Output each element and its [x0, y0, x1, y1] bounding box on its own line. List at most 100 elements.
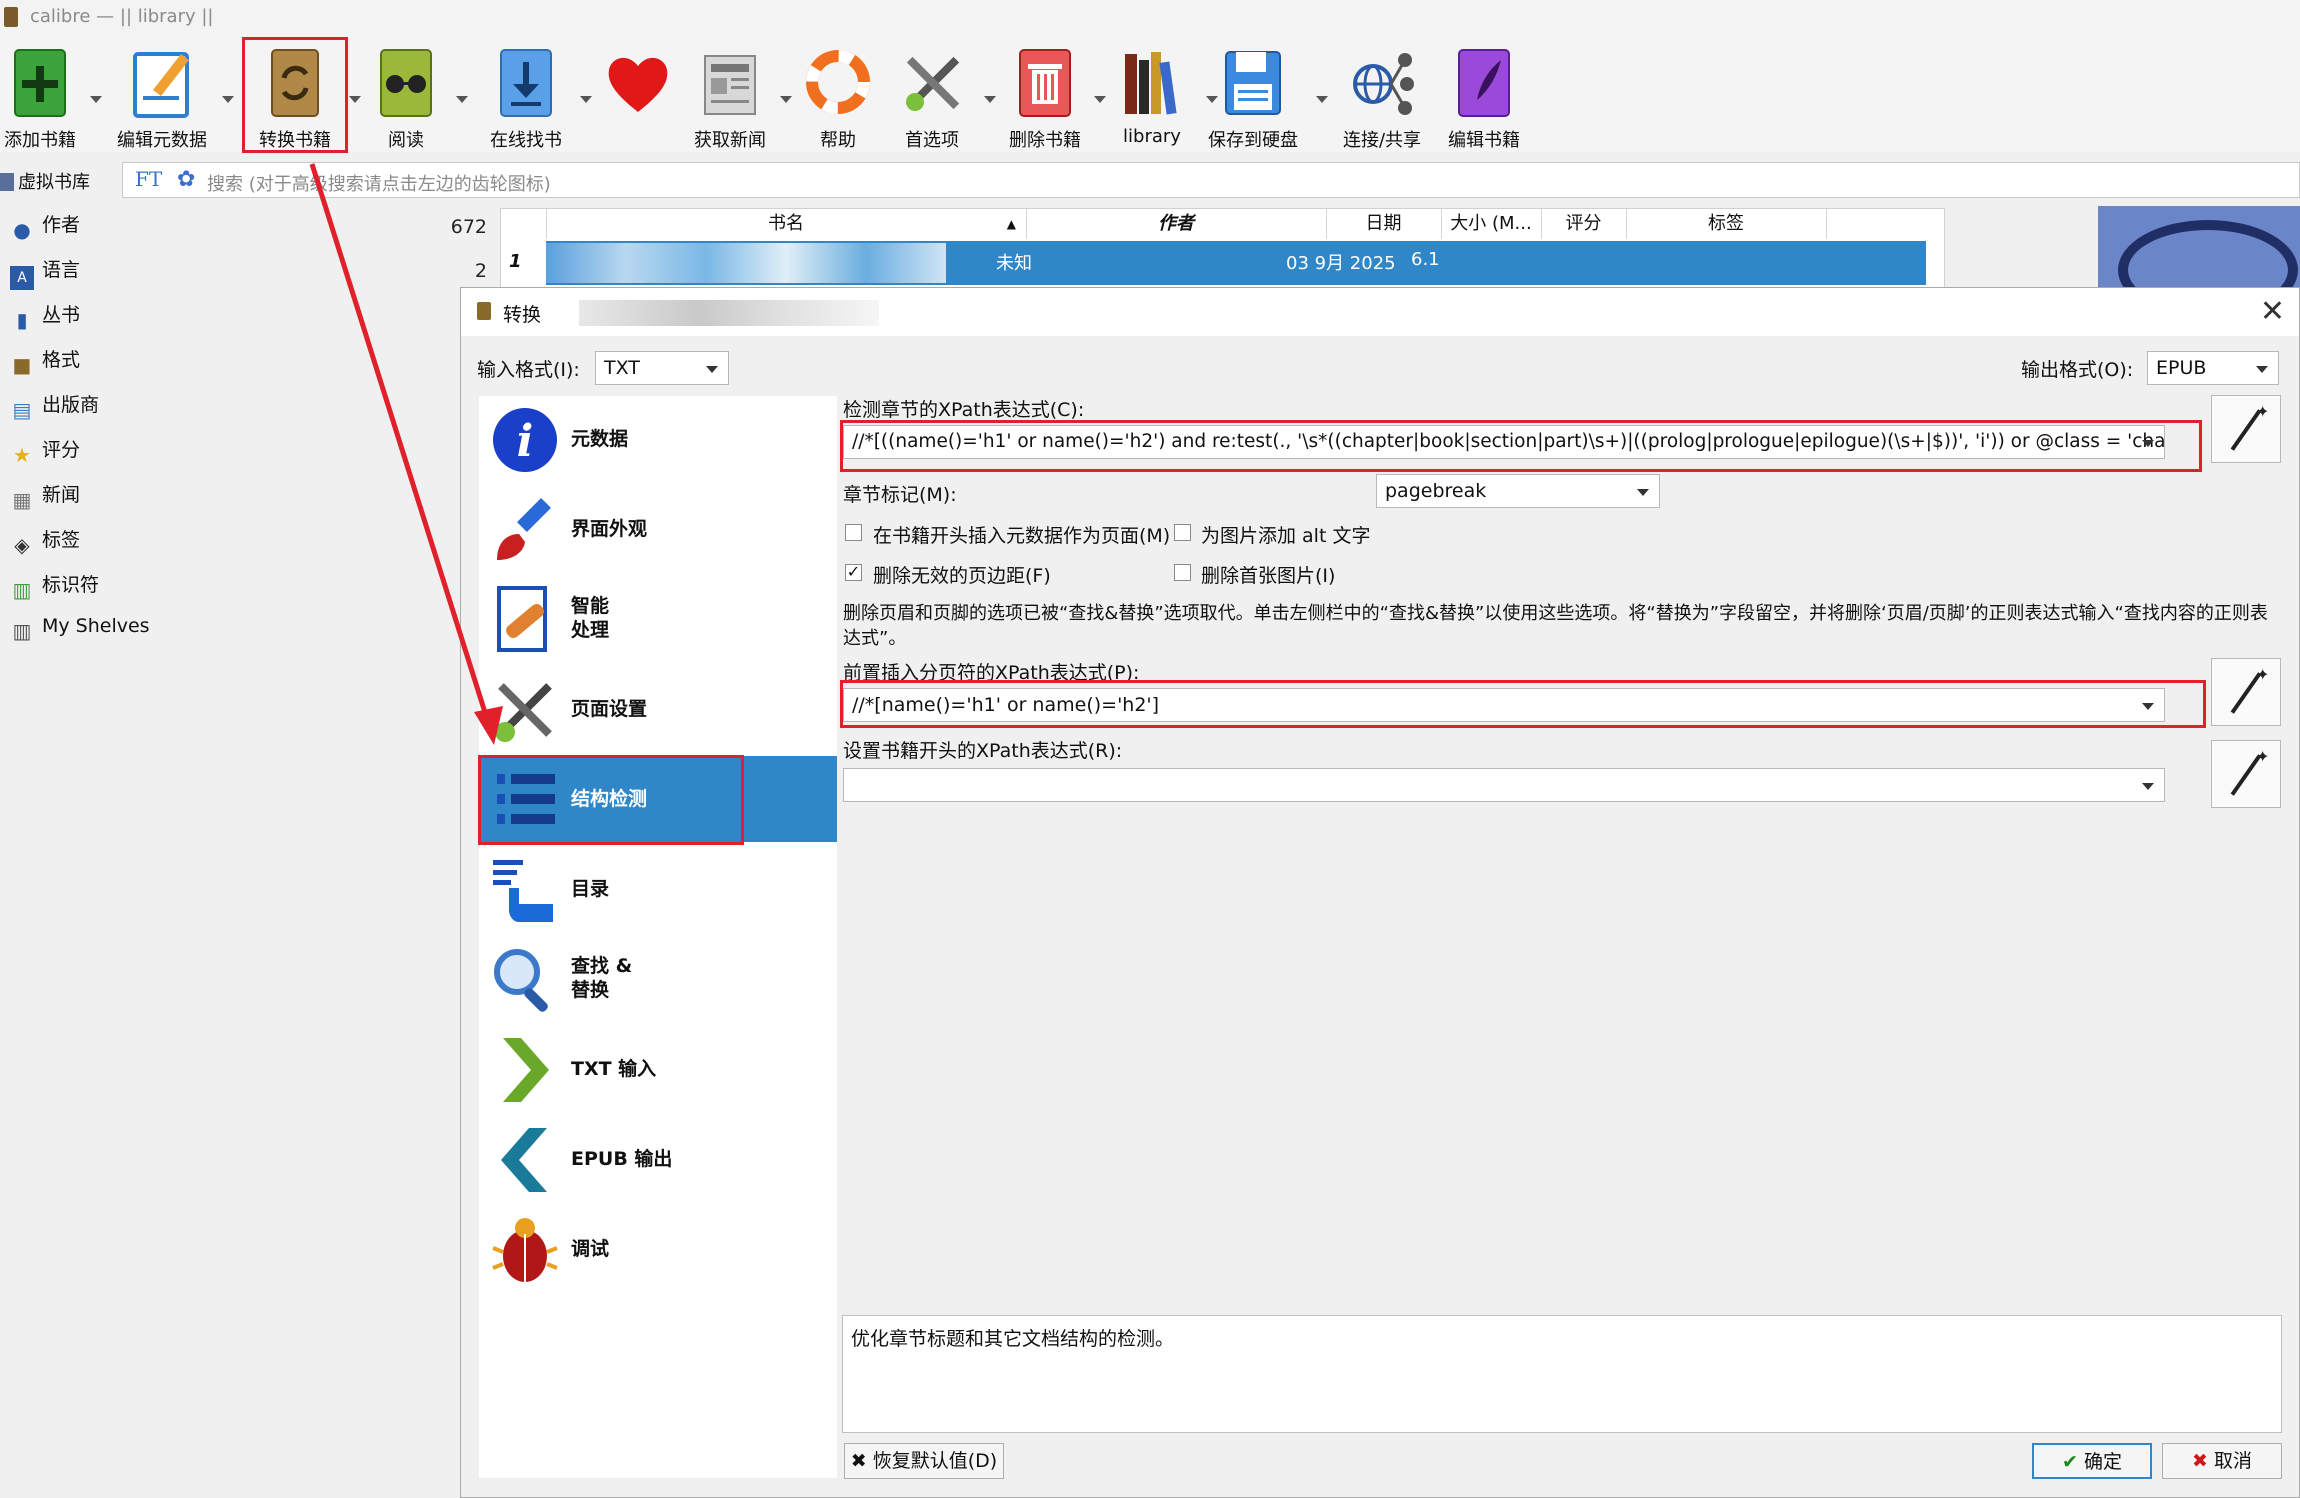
- conversion-sections-list[interactable]: i 元数据 界面外观 智能 处理 页面设置 结构检测 目录 查找 & 替换 TX…: [479, 396, 837, 1478]
- barcode-icon: ▥: [12, 578, 32, 602]
- convert-books-dropdown-icon[interactable]: [349, 96, 361, 103]
- edit-book-button[interactable]: 编辑书籍: [1444, 40, 1524, 151]
- column-header-tags[interactable]: 标签: [1626, 209, 1827, 239]
- add-books-button[interactable]: 添加书籍: [0, 40, 102, 151]
- pagebreak-xpath-input[interactable]: //*[name()='h1' or name()='h2']: [843, 688, 2165, 722]
- convert-books-button[interactable]: 转换书籍: [242, 37, 361, 153]
- cancel-button[interactable]: ✖ 取消: [2162, 1443, 2282, 1479]
- fetch-news-dropdown-icon[interactable]: [780, 96, 792, 103]
- format-icon: ■: [12, 353, 32, 377]
- tag-languages[interactable]: A 语言: [10, 255, 80, 290]
- section-metadata[interactable]: i 元数据: [479, 396, 837, 482]
- read-icon: [380, 49, 432, 117]
- save-to-disk-dropdown-icon[interactable]: [1316, 96, 1328, 103]
- tag-news[interactable]: ▦ 新闻: [10, 480, 80, 512]
- save-to-disk-button[interactable]: 保存到硬盘: [1208, 40, 1328, 151]
- read-dropdown-icon[interactable]: [456, 96, 468, 103]
- input-format-select[interactable]: TXT: [595, 351, 729, 385]
- close-icon: ✖: [850, 1450, 867, 1472]
- pagebreak-xpath-wizard-button[interactable]: ✦: [2211, 658, 2281, 726]
- section-debug[interactable]: 调试: [479, 1206, 837, 1292]
- column-header-date[interactable]: 日期: [1326, 209, 1442, 239]
- window-title: calibre — || library ||: [30, 6, 214, 27]
- virtual-library-icon: [0, 173, 14, 191]
- section-structure-detection[interactable]: 结构检测: [479, 756, 837, 842]
- tag-rating[interactable]: ★ 评分: [10, 435, 80, 467]
- read-button[interactable]: 阅读: [366, 40, 468, 151]
- restore-defaults-button[interactable]: ✖ 恢复默认值(D): [844, 1443, 1004, 1479]
- remove-first-image-checkbox[interactable]: [1174, 564, 1191, 581]
- chevron-down-icon: [1637, 489, 1649, 496]
- column-header-size[interactable]: 大小 (M...: [1441, 209, 1542, 239]
- search-input[interactable]: FT ✿ 搜索 (对于高级搜索请点击左边的齿轮图标): [122, 162, 2300, 198]
- remove-margins-checkbox[interactable]: ✓: [845, 564, 862, 581]
- preferences-dropdown-icon[interactable]: [984, 96, 996, 103]
- ok-button[interactable]: ✔ 确定: [2032, 1443, 2152, 1479]
- input-format-value: TXT: [604, 357, 640, 379]
- tag-identifiers[interactable]: ▥ 标识符: [10, 570, 99, 602]
- tag-authors[interactable]: ● 作者: [10, 210, 80, 242]
- chapter-xpath-input[interactable]: //*[((name()='h1' or name()='h2') and re…: [843, 425, 2165, 459]
- alt-text-checkbox[interactable]: [1174, 524, 1191, 541]
- section-heuristic-processing[interactable]: 智能 处理: [479, 576, 837, 662]
- tag-browser: ● 作者 672 A 语言 2 ▮ 丛书 ■ 格式 ▤ 出版商 ★ 评分 ▦ 新闻 ◈ 标签 ▥…: [0, 210, 495, 1498]
- edit-metadata-button[interactable]: 编辑元数据: [112, 40, 234, 151]
- library-button[interactable]: library: [1112, 40, 1218, 150]
- tag-my-shelves[interactable]: ▥ My Shelves: [10, 615, 150, 647]
- tag-formats[interactable]: ■ 格式: [10, 345, 80, 377]
- connect-share-button[interactable]: 连接/共享: [1340, 40, 1424, 151]
- section-search-replace[interactable]: 查找 & 替换: [479, 936, 837, 1022]
- chapter-mark-select[interactable]: pagebreak: [1376, 474, 1660, 508]
- remove-books-dropdown-icon[interactable]: [1094, 96, 1106, 103]
- heart-icon: [608, 57, 668, 112]
- full-text-search-icon[interactable]: FT: [135, 167, 162, 191]
- table-row[interactable]: 未知 03 9月 2025 6.1: [546, 241, 1926, 285]
- book-list[interactable]: 书名 ▲ 作者 日期 大小 (M... 评分 标签 1 未知 03 9月 2025…: [500, 208, 1945, 288]
- chapter-xpath-wizard-button[interactable]: ✦: [2211, 395, 2281, 463]
- start-xpath-wizard-button[interactable]: ✦: [2211, 740, 2281, 808]
- column-header-title[interactable]: 书名 ▲: [546, 209, 1027, 239]
- column-header-rating[interactable]: 评分: [1541, 209, 1627, 239]
- chapter-mark-label: 章节标记(M):: [843, 484, 957, 506]
- edit-metadata-dropdown-icon[interactable]: [222, 96, 234, 103]
- sort-asc-icon: ▲: [1006, 217, 1016, 231]
- column-header-author[interactable]: 作者: [1026, 209, 1327, 239]
- remove-books-label: 删除书籍: [1009, 130, 1081, 151]
- donate-button[interactable]: [598, 40, 678, 150]
- section-txt-input[interactable]: TXT 输入: [479, 1026, 837, 1112]
- tag-publishers[interactable]: ▤ 出版商: [10, 390, 99, 422]
- title-bar: calibre — || library ||: [0, 0, 2300, 34]
- tag-series[interactable]: ▮ 丛书: [10, 300, 80, 332]
- get-books-dropdown-icon[interactable]: [580, 96, 592, 103]
- news-icon: ▦: [12, 488, 32, 512]
- get-books-button[interactable]: 在线找书: [486, 40, 592, 151]
- size-cell: 6.1: [1411, 249, 1440, 270]
- insert-metadata-checkbox[interactable]: [845, 524, 862, 541]
- tag-tags[interactable]: ◈ 标签: [10, 525, 80, 557]
- dialog-title-bar: 转换 ✕: [461, 288, 2299, 336]
- edit-book-label: 编辑书籍: [1448, 130, 1520, 151]
- section-page-setup[interactable]: 页面设置: [479, 666, 837, 752]
- section-epub-output[interactable]: EPUB 输出: [479, 1116, 837, 1202]
- date-cell: 03 9月 2025: [1286, 253, 1396, 274]
- search-row: 虚拟书库 FT ✿ 搜索 (对于高级搜索请点击左边的齿轮图标): [0, 160, 2300, 202]
- fetch-news-button[interactable]: 获取新闻: [690, 40, 792, 151]
- gear-icon[interactable]: ✿: [177, 167, 195, 192]
- blurred-title-cell: [546, 243, 946, 283]
- remove-books-button[interactable]: 删除书籍: [1000, 40, 1106, 151]
- output-format-select[interactable]: EPUB: [2147, 351, 2279, 385]
- preferences-button[interactable]: 首选项: [892, 40, 996, 151]
- section-look-and-feel[interactable]: 界面外观: [479, 486, 837, 572]
- tag-label: 标识符: [42, 574, 100, 596]
- close-icon[interactable]: ✕: [2260, 294, 2285, 329]
- edit-metadata-label: 编辑元数据: [117, 130, 207, 151]
- start-xpath-input[interactable]: [843, 768, 2165, 802]
- help-text: 优化章节标题和其它文档结构的检测。: [851, 1328, 1175, 1350]
- virtual-library-button[interactable]: 虚拟书库: [0, 168, 90, 194]
- chapter-xpath-label: 检测章节的XPath表达式(C):: [843, 399, 1085, 421]
- section-table-of-contents[interactable]: 目录: [479, 846, 837, 932]
- add-books-dropdown-icon[interactable]: [90, 96, 102, 103]
- preferences-label: 首选项: [905, 130, 959, 151]
- section-label: EPUB 输出: [571, 1148, 673, 1170]
- help-button[interactable]: 帮助: [798, 40, 878, 151]
